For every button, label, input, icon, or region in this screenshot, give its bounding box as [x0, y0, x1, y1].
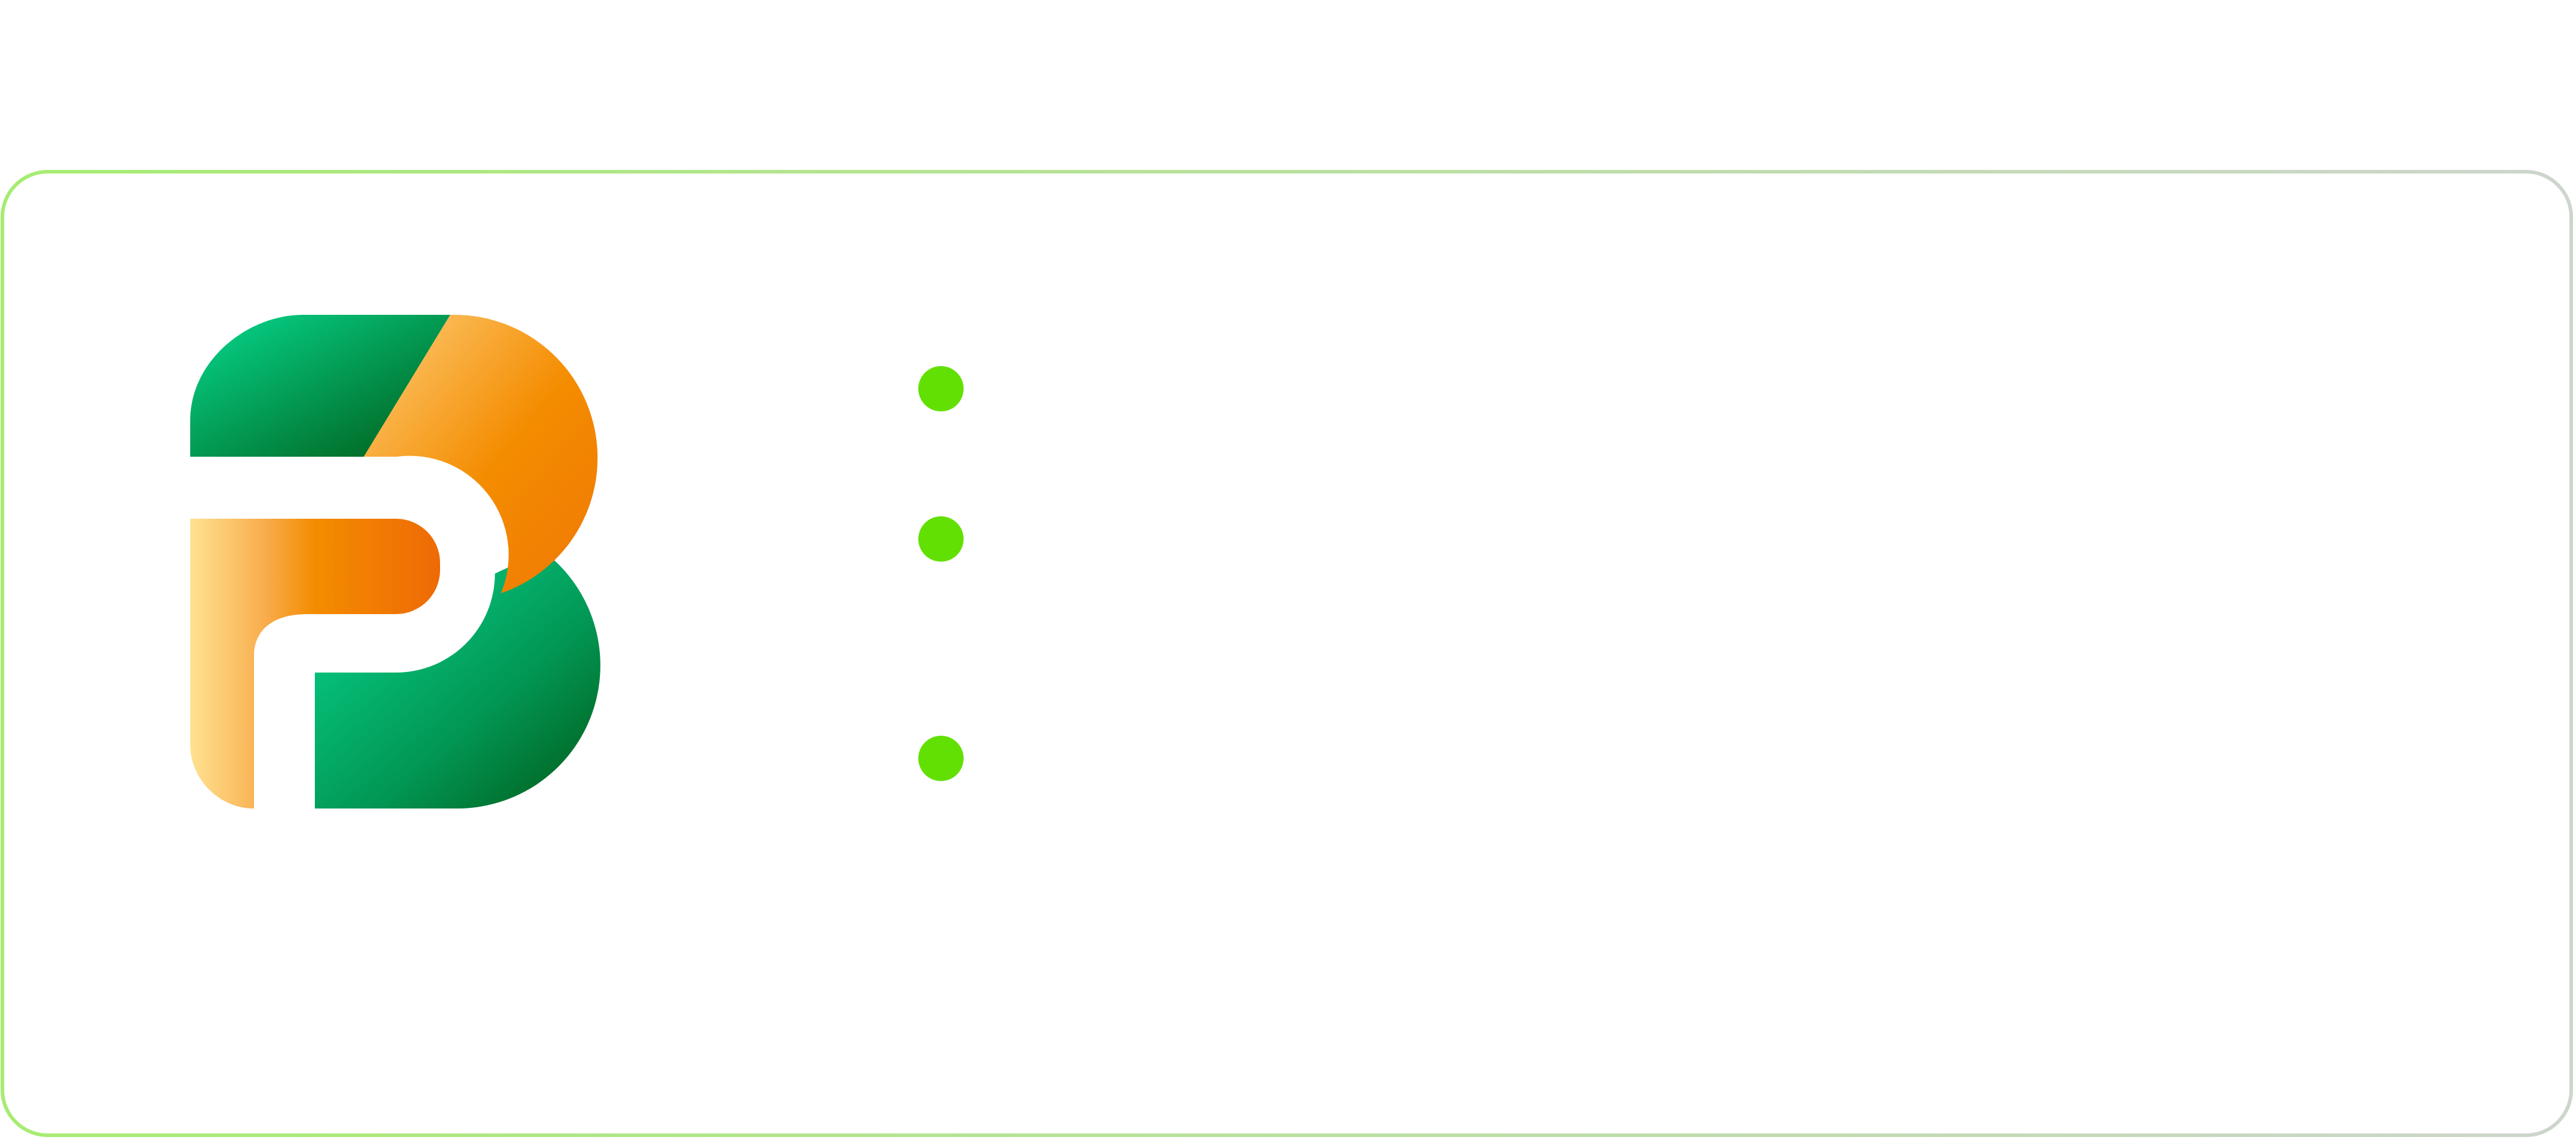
feature-item — [918, 515, 987, 563]
feature-item — [918, 735, 987, 782]
bullet-dot-icon — [918, 366, 964, 411]
bullet-dot-icon — [918, 516, 964, 562]
bullet-dot-icon — [918, 736, 964, 781]
feature-item — [918, 365, 987, 413]
brand-logo — [190, 315, 600, 808]
feature-list — [918, 169, 2349, 1140]
